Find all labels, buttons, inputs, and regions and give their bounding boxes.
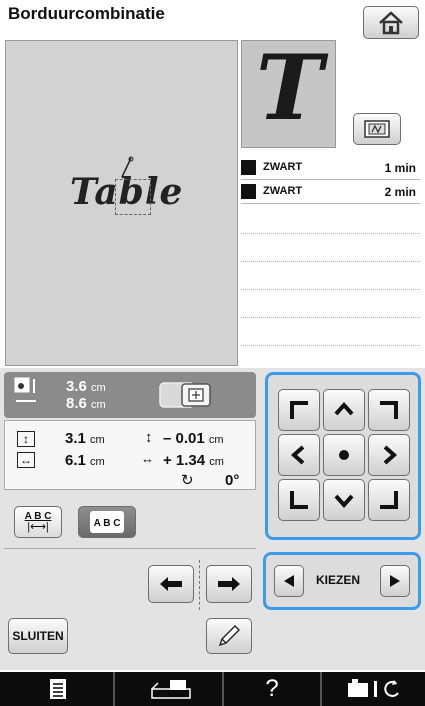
bar-separator [320, 672, 322, 706]
center-dot-icon [339, 450, 349, 460]
center-button[interactable] [323, 434, 365, 476]
width-icon: ↔ [17, 452, 35, 468]
close-label: SLUITEN [12, 629, 64, 643]
frame-size-icon [159, 382, 211, 408]
question-icon: ? [265, 675, 279, 702]
color-time: 2 min [384, 185, 416, 199]
chevron-left-icon [290, 445, 305, 465]
select-label: KIEZEN [316, 573, 361, 587]
spacing-label: A B C [24, 510, 52, 522]
empty-row [241, 319, 420, 346]
corner-down-left-icon [290, 491, 308, 509]
rotation-value: 0° [225, 472, 240, 489]
vertical-offset-icon: ↕ [145, 429, 153, 446]
empty-row [241, 207, 420, 234]
chevron-right-icon [383, 445, 398, 465]
color-swatch [241, 160, 256, 175]
arrow-left-icon [160, 577, 182, 591]
selection-box [115, 179, 151, 215]
empty-row [241, 235, 420, 262]
page-title: Borduurcombinatie [8, 4, 165, 23]
embroidery-frame-button[interactable] [353, 113, 401, 145]
horizontal-offset-value: + 1.34 [163, 452, 206, 469]
vertical-offset-value: – 0.01 [163, 430, 205, 447]
list-icon [50, 679, 66, 699]
settings-button[interactable] [340, 675, 410, 703]
sewing-machine-icon [151, 680, 191, 699]
move-up-button[interactable] [323, 389, 365, 431]
color-name: ZWART [263, 185, 303, 197]
size-width-value: 8.6 [66, 395, 87, 412]
color-time: 1 min [384, 161, 416, 175]
select-next-button[interactable] [380, 565, 410, 597]
move-left-button[interactable] [148, 565, 194, 603]
height-icon: ↕ [17, 431, 35, 447]
list-item[interactable]: ZWART 2 min [241, 181, 420, 204]
list-item[interactable]: ZWART 1 min [241, 157, 420, 180]
select-control: KIEZEN [263, 552, 421, 610]
triangle-left-icon [284, 575, 294, 587]
empty-row [241, 263, 420, 290]
spacing2-label: A B C [93, 518, 121, 529]
rotation-icon: ↻ [181, 472, 194, 489]
position-arrow-pad [265, 372, 421, 540]
size-info-panel: 3.6 cm 8.6 cm [4, 372, 256, 418]
letter-spacing-button[interactable]: A B C |⟷| [14, 506, 62, 538]
help-button[interactable]: ? [254, 675, 290, 703]
corner-up-right-icon [380, 401, 398, 419]
pattern-list-button[interactable] [40, 675, 76, 703]
size-width-unit: cm [91, 399, 106, 411]
select-previous-button[interactable] [274, 565, 304, 597]
move-right-arrow-button[interactable] [368, 434, 410, 476]
spacing-arrow-icon: |⟷| [27, 520, 49, 533]
divider [199, 560, 200, 610]
move-left-arrow-button[interactable] [278, 434, 320, 476]
position-height-unit: cm [90, 434, 105, 446]
machine-settings-icon [348, 679, 399, 697]
bottom-bar: ? [0, 672, 425, 706]
position-width-unit: cm [90, 456, 105, 468]
position-height-value: 3.1 [65, 430, 86, 447]
move-up-left-button[interactable] [278, 389, 320, 431]
preview-letter: T [256, 35, 323, 141]
size-height-unit: cm [91, 382, 106, 394]
corner-up-left-icon [290, 401, 308, 419]
color-name: ZWART [263, 161, 303, 173]
divider [4, 548, 256, 549]
embroidery-frame-icon [364, 120, 390, 138]
character-spacing-button[interactable]: A B C [78, 506, 136, 538]
empty-row [241, 291, 420, 318]
size-height-value: 3.6 [66, 378, 87, 395]
color-list: ZWART 1 min ZWART 2 min [241, 155, 420, 365]
vertical-offset-unit: cm [208, 434, 224, 446]
move-right-button[interactable] [206, 565, 252, 603]
chevron-up-icon [334, 401, 354, 416]
move-down-right-button[interactable] [368, 479, 410, 521]
home-icon [379, 10, 403, 34]
bar-separator [113, 672, 115, 706]
triangle-right-icon [390, 575, 400, 587]
horizontal-offset-unit: cm [209, 456, 224, 468]
horizontal-offset-icon: ↔ [141, 451, 154, 466]
corner-down-right-icon [380, 491, 398, 509]
move-up-right-button[interactable] [368, 389, 410, 431]
pattern-preview: T [241, 35, 336, 148]
move-down-left-button[interactable] [278, 479, 320, 521]
arrow-right-icon [218, 577, 240, 591]
embroidery-canvas[interactable]: Table [5, 40, 238, 366]
position-width-value: 6.1 [65, 452, 86, 469]
color-swatch [241, 184, 256, 199]
pattern-size-icon [14, 377, 36, 402]
bar-separator [222, 672, 224, 706]
chevron-down-icon [334, 494, 354, 509]
close-button[interactable]: SLUITEN [8, 618, 68, 654]
pencil-icon [218, 625, 240, 647]
move-down-button[interactable] [323, 479, 365, 521]
needle-icon [121, 156, 134, 178]
home-button[interactable] [363, 6, 419, 39]
edit-button[interactable] [206, 618, 252, 654]
machine-button[interactable] [142, 675, 198, 703]
position-info-panel: ↕ 3.1 cm ↔ 6.1 cm ↕ – 0.01 cm ↔ + 1.34 c… [4, 420, 256, 490]
